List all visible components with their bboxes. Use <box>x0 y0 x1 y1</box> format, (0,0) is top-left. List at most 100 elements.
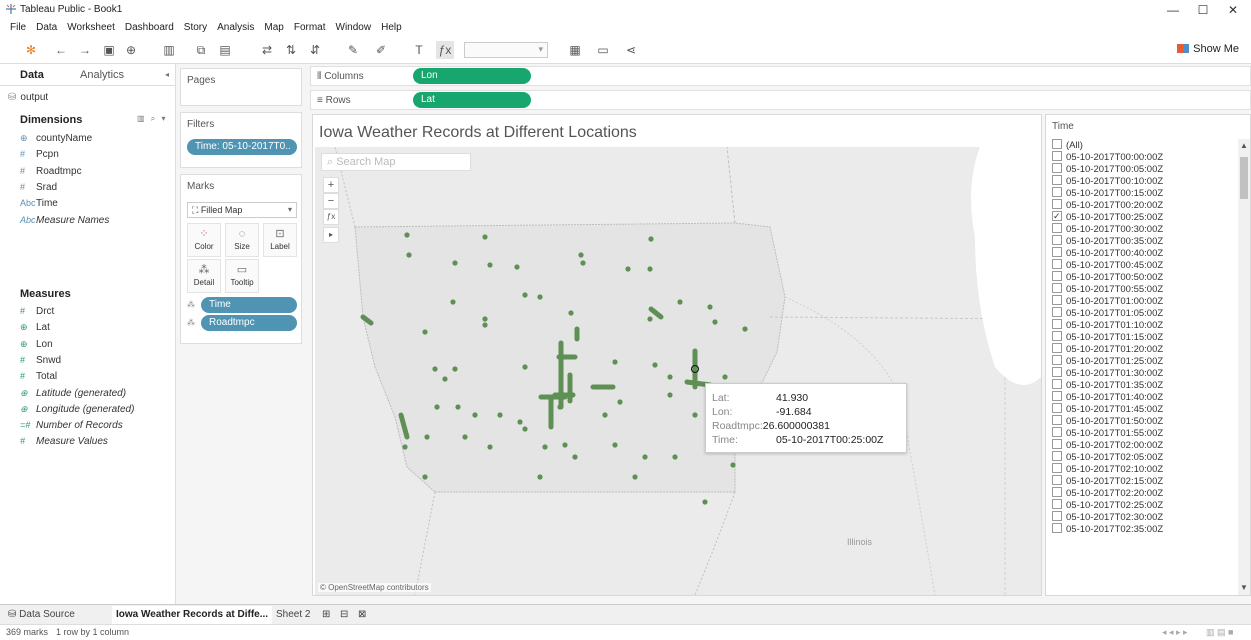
filter-value-item[interactable]: 05-10-2017T00:55:00Z <box>1052 283 1238 295</box>
map-canvas[interactable]: ⌕ Search Map + − ƒx ▸ Illinois © OpenStr… <box>315 147 1041 595</box>
filter-value-item[interactable]: 05-10-2017T01:20:00Z <box>1052 343 1238 355</box>
new-dashboard-icon[interactable]: ⊟ <box>340 609 348 620</box>
station-mark[interactable] <box>404 232 410 238</box>
station-mark[interactable] <box>672 454 678 460</box>
dimension-field[interactable]: # Srad <box>20 181 57 193</box>
station-mark[interactable] <box>632 474 638 480</box>
checkbox[interactable] <box>1052 247 1062 257</box>
filter-value-item[interactable]: 05-10-2017T01:50:00Z <box>1052 415 1238 427</box>
station-mark[interactable] <box>730 462 736 468</box>
station-mark[interactable] <box>602 412 608 418</box>
station-mark[interactable] <box>642 454 648 460</box>
station-mark[interactable] <box>572 454 578 460</box>
filter-value-item[interactable]: 05-10-2017T01:10:00Z <box>1052 319 1238 331</box>
presentation-icon[interactable]: ▭ <box>594 41 612 59</box>
checkbox[interactable] <box>1052 271 1062 281</box>
measure-field[interactable]: # Drct <box>20 305 54 317</box>
new-story-icon[interactable]: ⊠ <box>358 609 366 620</box>
station-mark[interactable] <box>406 252 412 258</box>
scrollbar-thumb[interactable] <box>1240 157 1248 199</box>
dimensions-tools[interactable]: ▥ ⌕ ▾ <box>137 114 168 124</box>
station-mark[interactable] <box>432 366 438 372</box>
checkbox[interactable] <box>1052 427 1062 437</box>
filter-value-item[interactable]: (All) <box>1052 139 1238 151</box>
checkbox[interactable] <box>1052 379 1062 389</box>
marks-detail-button[interactable]: ⁂ Detail <box>187 259 221 293</box>
station-mark[interactable] <box>568 310 574 316</box>
checkbox[interactable] <box>1052 163 1062 173</box>
dimension-field[interactable]: AbcMeasure Names <box>20 214 109 226</box>
filter-value-item[interactable]: 05-10-2017T02:35:00Z <box>1052 523 1238 535</box>
station-mark[interactable] <box>692 412 698 418</box>
pages-card[interactable]: Pages <box>180 68 302 106</box>
filter-value-item[interactable]: 05-10-2017T00:00:00Z <box>1052 151 1238 163</box>
checkbox[interactable] <box>1052 223 1062 233</box>
filter-value-item[interactable]: 05-10-2017T02:00:00Z <box>1052 439 1238 451</box>
fix-axes-icon[interactable]: ƒx <box>436 41 454 59</box>
menu-window[interactable]: Window <box>336 20 372 36</box>
tab-iowa-weather-sheet[interactable]: Iowa Weather Records at Diffe... <box>112 606 273 624</box>
station-mark[interactable] <box>742 326 748 332</box>
station-mark[interactable] <box>617 399 623 405</box>
checkbox[interactable] <box>1052 187 1062 197</box>
station-mark[interactable] <box>434 404 440 410</box>
station-mark[interactable] <box>537 294 543 300</box>
columns-shelf[interactable]: ⦀ Columns Lon <box>310 66 1251 86</box>
filter-value-item[interactable]: 05-10-2017T00:40:00Z <box>1052 247 1238 259</box>
checkbox[interactable] <box>1052 331 1062 341</box>
tableau-home-icon[interactable]: ✻ <box>22 41 40 59</box>
filter-value-item[interactable]: 05-10-2017T01:30:00Z <box>1052 367 1238 379</box>
menu-file[interactable]: File <box>10 20 26 36</box>
dimension-field[interactable]: AbcTime <box>20 197 58 209</box>
filter-value-item[interactable]: 05-10-2017T01:55:00Z <box>1052 427 1238 439</box>
view-mode-icon[interactable]: ▥ ▤ ■ <box>1206 627 1233 638</box>
checkbox[interactable] <box>1052 439 1062 449</box>
checkbox[interactable] <box>1052 139 1062 149</box>
filter-value-item[interactable]: 05-10-2017T00:50:00Z <box>1052 271 1238 283</box>
station-mark[interactable] <box>487 444 493 450</box>
menu-worksheet[interactable]: Worksheet <box>67 20 115 36</box>
station-mark[interactable] <box>455 404 461 410</box>
new-worksheet-icon[interactable]: ▥ <box>160 41 178 59</box>
filter-value-item[interactable]: 05-10-2017T01:25:00Z <box>1052 355 1238 367</box>
measure-field[interactable]: # Snwd <box>20 354 61 366</box>
station-mark[interactable] <box>647 266 653 272</box>
sheet-navigation-icon[interactable]: ◂ ◂ ▸ ▸ <box>1162 627 1188 638</box>
checkbox[interactable] <box>1052 343 1062 353</box>
station-mark[interactable] <box>452 260 458 266</box>
menu-analysis[interactable]: Analysis <box>217 20 254 36</box>
dimension-field[interactable]: # Roadtmpc <box>20 165 82 177</box>
measure-field[interactable]: # Total <box>20 370 57 382</box>
pan-mode-icon[interactable]: ƒx <box>323 209 339 225</box>
minimize-button[interactable]: — <box>1158 2 1188 18</box>
station-mark[interactable] <box>487 262 493 268</box>
checkbox[interactable] <box>1052 235 1062 245</box>
sort-descending-icon[interactable]: ⇵ <box>306 41 324 59</box>
tab-analytics[interactable]: Analytics <box>80 69 124 81</box>
measure-field[interactable]: ⊕ Lat <box>20 321 50 333</box>
filter-value-item[interactable]: 05-10-2017T00:30:00Z <box>1052 223 1238 235</box>
checkbox[interactable] <box>1052 403 1062 413</box>
station-mark[interactable] <box>578 252 584 258</box>
checkbox-checked[interactable] <box>1052 210 1062 222</box>
measure-field[interactable]: # Measure Values <box>20 435 108 447</box>
station-mark[interactable] <box>707 304 713 310</box>
station-mark[interactable] <box>452 366 458 372</box>
station-mark[interactable] <box>612 359 618 365</box>
menu-data[interactable]: Data <box>36 20 57 36</box>
share-icon[interactable]: ⋖ <box>622 41 640 59</box>
dimension-field[interactable]: # Pcpn <box>20 148 59 160</box>
checkbox[interactable] <box>1052 355 1062 365</box>
filter-value-item[interactable]: 05-10-2017T02:15:00Z <box>1052 475 1238 487</box>
filter-value-item[interactable]: 05-10-2017T01:45:00Z <box>1052 403 1238 415</box>
station-mark[interactable] <box>482 316 488 322</box>
measure-field[interactable]: =# Number of Records <box>20 419 123 431</box>
menu-format[interactable]: Format <box>294 20 326 36</box>
marks-type-dropdown[interactable]: ⛶ Filled Map ▾ <box>187 202 297 218</box>
station-mark[interactable] <box>442 376 448 382</box>
checkbox[interactable] <box>1052 259 1062 269</box>
station-mark[interactable] <box>462 434 468 440</box>
measure-field[interactable]: ⊕ Lon <box>20 338 53 350</box>
marks-label-button[interactable]: ⊡ Label <box>263 223 297 257</box>
measure-field[interactable]: ⊕ Longitude (generated) <box>20 403 134 415</box>
